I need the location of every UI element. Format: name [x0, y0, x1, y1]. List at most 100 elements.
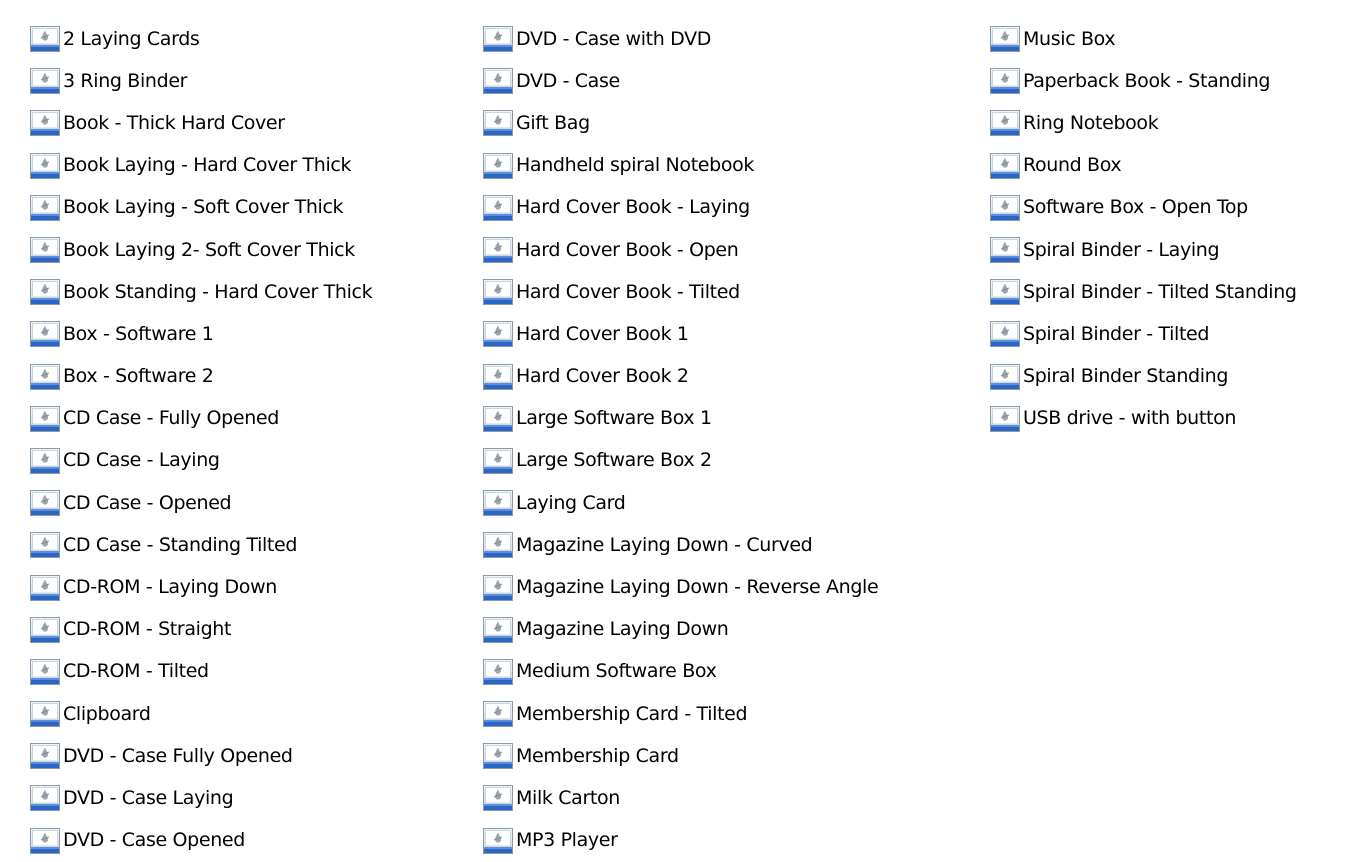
- file-name: Book Laying - Soft Cover Thick: [63, 196, 344, 219]
- file-column: 2 Laying Cards 3 Ring Binder Book - Thic…: [30, 18, 373, 862]
- file-item[interactable]: Spiral Binder - Tilted Standing: [990, 271, 1297, 313]
- file-name: Medium Software Box: [516, 660, 717, 683]
- file-item[interactable]: Hard Cover Book 2: [483, 356, 878, 398]
- image-file-icon: [483, 616, 513, 643]
- image-file-icon: [30, 26, 60, 53]
- image-file-icon: [483, 237, 513, 264]
- image-file-icon: [483, 152, 513, 179]
- file-item[interactable]: CD-ROM - Tilted: [30, 651, 372, 693]
- file-name: Box - Software 1: [63, 322, 214, 345]
- file-item[interactable]: Hard Cover Book - Tilted: [483, 271, 878, 313]
- file-item[interactable]: Book Laying - Soft Cover Thick: [30, 187, 372, 229]
- file-item[interactable]: DVD - Case: [483, 60, 878, 102]
- file-item[interactable]: Membership Card: [483, 735, 878, 777]
- file-name: Clipboard: [63, 702, 151, 725]
- file-item[interactable]: Laying Card: [483, 482, 878, 524]
- file-item[interactable]: Magazine Laying Down - Reverse Angle: [483, 566, 879, 608]
- image-file-icon: [30, 152, 60, 179]
- file-item[interactable]: Box - Software 1: [30, 313, 372, 355]
- file-name: Book Laying - Hard Cover Thick: [63, 154, 352, 177]
- file-item[interactable]: Hard Cover Book - Open: [483, 229, 878, 271]
- file-name: Large Software Box 1: [516, 407, 712, 430]
- file-item[interactable]: Hard Cover Book - Laying: [483, 187, 878, 229]
- file-item[interactable]: Spiral Binder Standing: [990, 356, 1297, 398]
- image-file-icon: [990, 363, 1020, 390]
- image-file-icon: [30, 658, 60, 685]
- file-item[interactable]: Box - Software 2: [30, 356, 372, 398]
- file-name: Hard Cover Book - Tilted: [516, 280, 740, 303]
- file-item[interactable]: Spiral Binder - Tilted: [990, 313, 1297, 355]
- image-file-icon: [30, 447, 60, 474]
- image-file-icon: [30, 363, 60, 390]
- image-file-icon: [30, 321, 60, 348]
- image-file-icon: [483, 194, 513, 221]
- file-item[interactable]: Milk Carton: [483, 777, 878, 819]
- image-file-icon: [990, 237, 1020, 264]
- file-item[interactable]: Book Laying - Hard Cover Thick: [30, 145, 372, 187]
- file-item[interactable]: Book Standing - Hard Cover Thick: [30, 271, 373, 313]
- file-item[interactable]: USB drive - with button: [990, 398, 1297, 440]
- file-name: Hard Cover Book 1: [516, 322, 689, 345]
- image-file-icon: [30, 237, 60, 264]
- file-name: Book Laying 2- Soft Cover Thick: [63, 238, 355, 261]
- file-name: MP3 Player: [516, 829, 618, 852]
- image-file-icon: [30, 194, 60, 221]
- file-item[interactable]: Magazine Laying Down - Curved: [483, 524, 878, 566]
- file-name: Laying Card: [516, 491, 626, 514]
- file-item[interactable]: Round Box: [990, 145, 1297, 187]
- file-name: DVD - Case with DVD: [516, 27, 712, 50]
- file-name: 3 Ring Binder: [63, 69, 188, 92]
- file-name: 2 Laying Cards: [63, 27, 200, 50]
- file-item[interactable]: Music Box: [990, 18, 1297, 60]
- image-file-icon: [483, 490, 513, 517]
- file-name: CD-ROM - Straight: [63, 618, 232, 641]
- image-file-icon: [483, 701, 513, 728]
- image-file-icon: [483, 785, 513, 812]
- file-item[interactable]: Paperback Book - Standing: [990, 60, 1297, 102]
- file-item[interactable]: Clipboard: [30, 693, 372, 735]
- file-name: Magazine Laying Down - Curved: [516, 533, 813, 556]
- file-item[interactable]: DVD - Case Laying: [30, 777, 372, 819]
- file-name: DVD - Case: [516, 69, 620, 92]
- file-name: Magazine Laying Down: [516, 618, 729, 641]
- file-item[interactable]: Large Software Box 1: [483, 398, 878, 440]
- file-item[interactable]: Book Laying 2- Soft Cover Thick: [30, 229, 372, 271]
- image-file-icon: [483, 827, 513, 854]
- image-file-icon: [483, 447, 513, 474]
- file-name: DVD - Case Opened: [63, 829, 245, 852]
- file-item[interactable]: Medium Software Box: [483, 651, 878, 693]
- file-item[interactable]: Software Box - Open Top: [990, 187, 1297, 229]
- file-item[interactable]: 3 Ring Binder: [30, 60, 372, 102]
- file-name: CD Case - Laying: [63, 449, 220, 472]
- image-file-icon: [483, 321, 513, 348]
- file-item[interactable]: Spiral Binder - Laying: [990, 229, 1297, 271]
- file-item[interactable]: DVD - Case with DVD: [483, 18, 878, 60]
- file-item[interactable]: Handheld spiral Notebook: [483, 145, 878, 187]
- file-item[interactable]: DVD - Case Opened: [30, 820, 372, 862]
- file-item[interactable]: DVD - Case Fully Opened: [30, 735, 372, 777]
- file-name: Round Box: [1023, 154, 1122, 177]
- file-item[interactable]: 2 Laying Cards: [30, 18, 372, 60]
- file-item[interactable]: CD Case - Fully Opened: [30, 398, 372, 440]
- file-name: CD-ROM - Tilted: [63, 660, 209, 683]
- file-name: Hard Cover Book - Open: [516, 238, 739, 261]
- file-item[interactable]: Book - Thick Hard Cover: [30, 102, 372, 144]
- file-item[interactable]: Large Software Box 2: [483, 440, 878, 482]
- file-name: USB drive - with button: [1023, 407, 1237, 430]
- file-item[interactable]: CD-ROM - Laying Down: [30, 566, 372, 608]
- file-name: Paperback Book - Standing: [1023, 69, 1271, 92]
- file-item[interactable]: Magazine Laying Down: [483, 609, 878, 651]
- file-item[interactable]: Hard Cover Book 1: [483, 313, 878, 355]
- file-item[interactable]: Membership Card - Tilted: [483, 693, 878, 735]
- file-item[interactable]: Gift Bag: [483, 102, 878, 144]
- file-item[interactable]: CD Case - Standing Tilted: [30, 524, 372, 566]
- file-item[interactable]: CD Case - Opened: [30, 482, 372, 524]
- file-name: Box - Software 2: [63, 365, 214, 388]
- file-name: Software Box - Open Top: [1023, 196, 1248, 219]
- file-name: Hard Cover Book - Laying: [516, 196, 750, 219]
- file-item[interactable]: MP3 Player: [483, 820, 878, 862]
- file-item[interactable]: CD Case - Laying: [30, 440, 372, 482]
- file-item[interactable]: CD-ROM - Straight: [30, 609, 372, 651]
- file-name: CD Case - Standing Tilted: [63, 533, 298, 556]
- file-item[interactable]: Ring Notebook: [990, 102, 1297, 144]
